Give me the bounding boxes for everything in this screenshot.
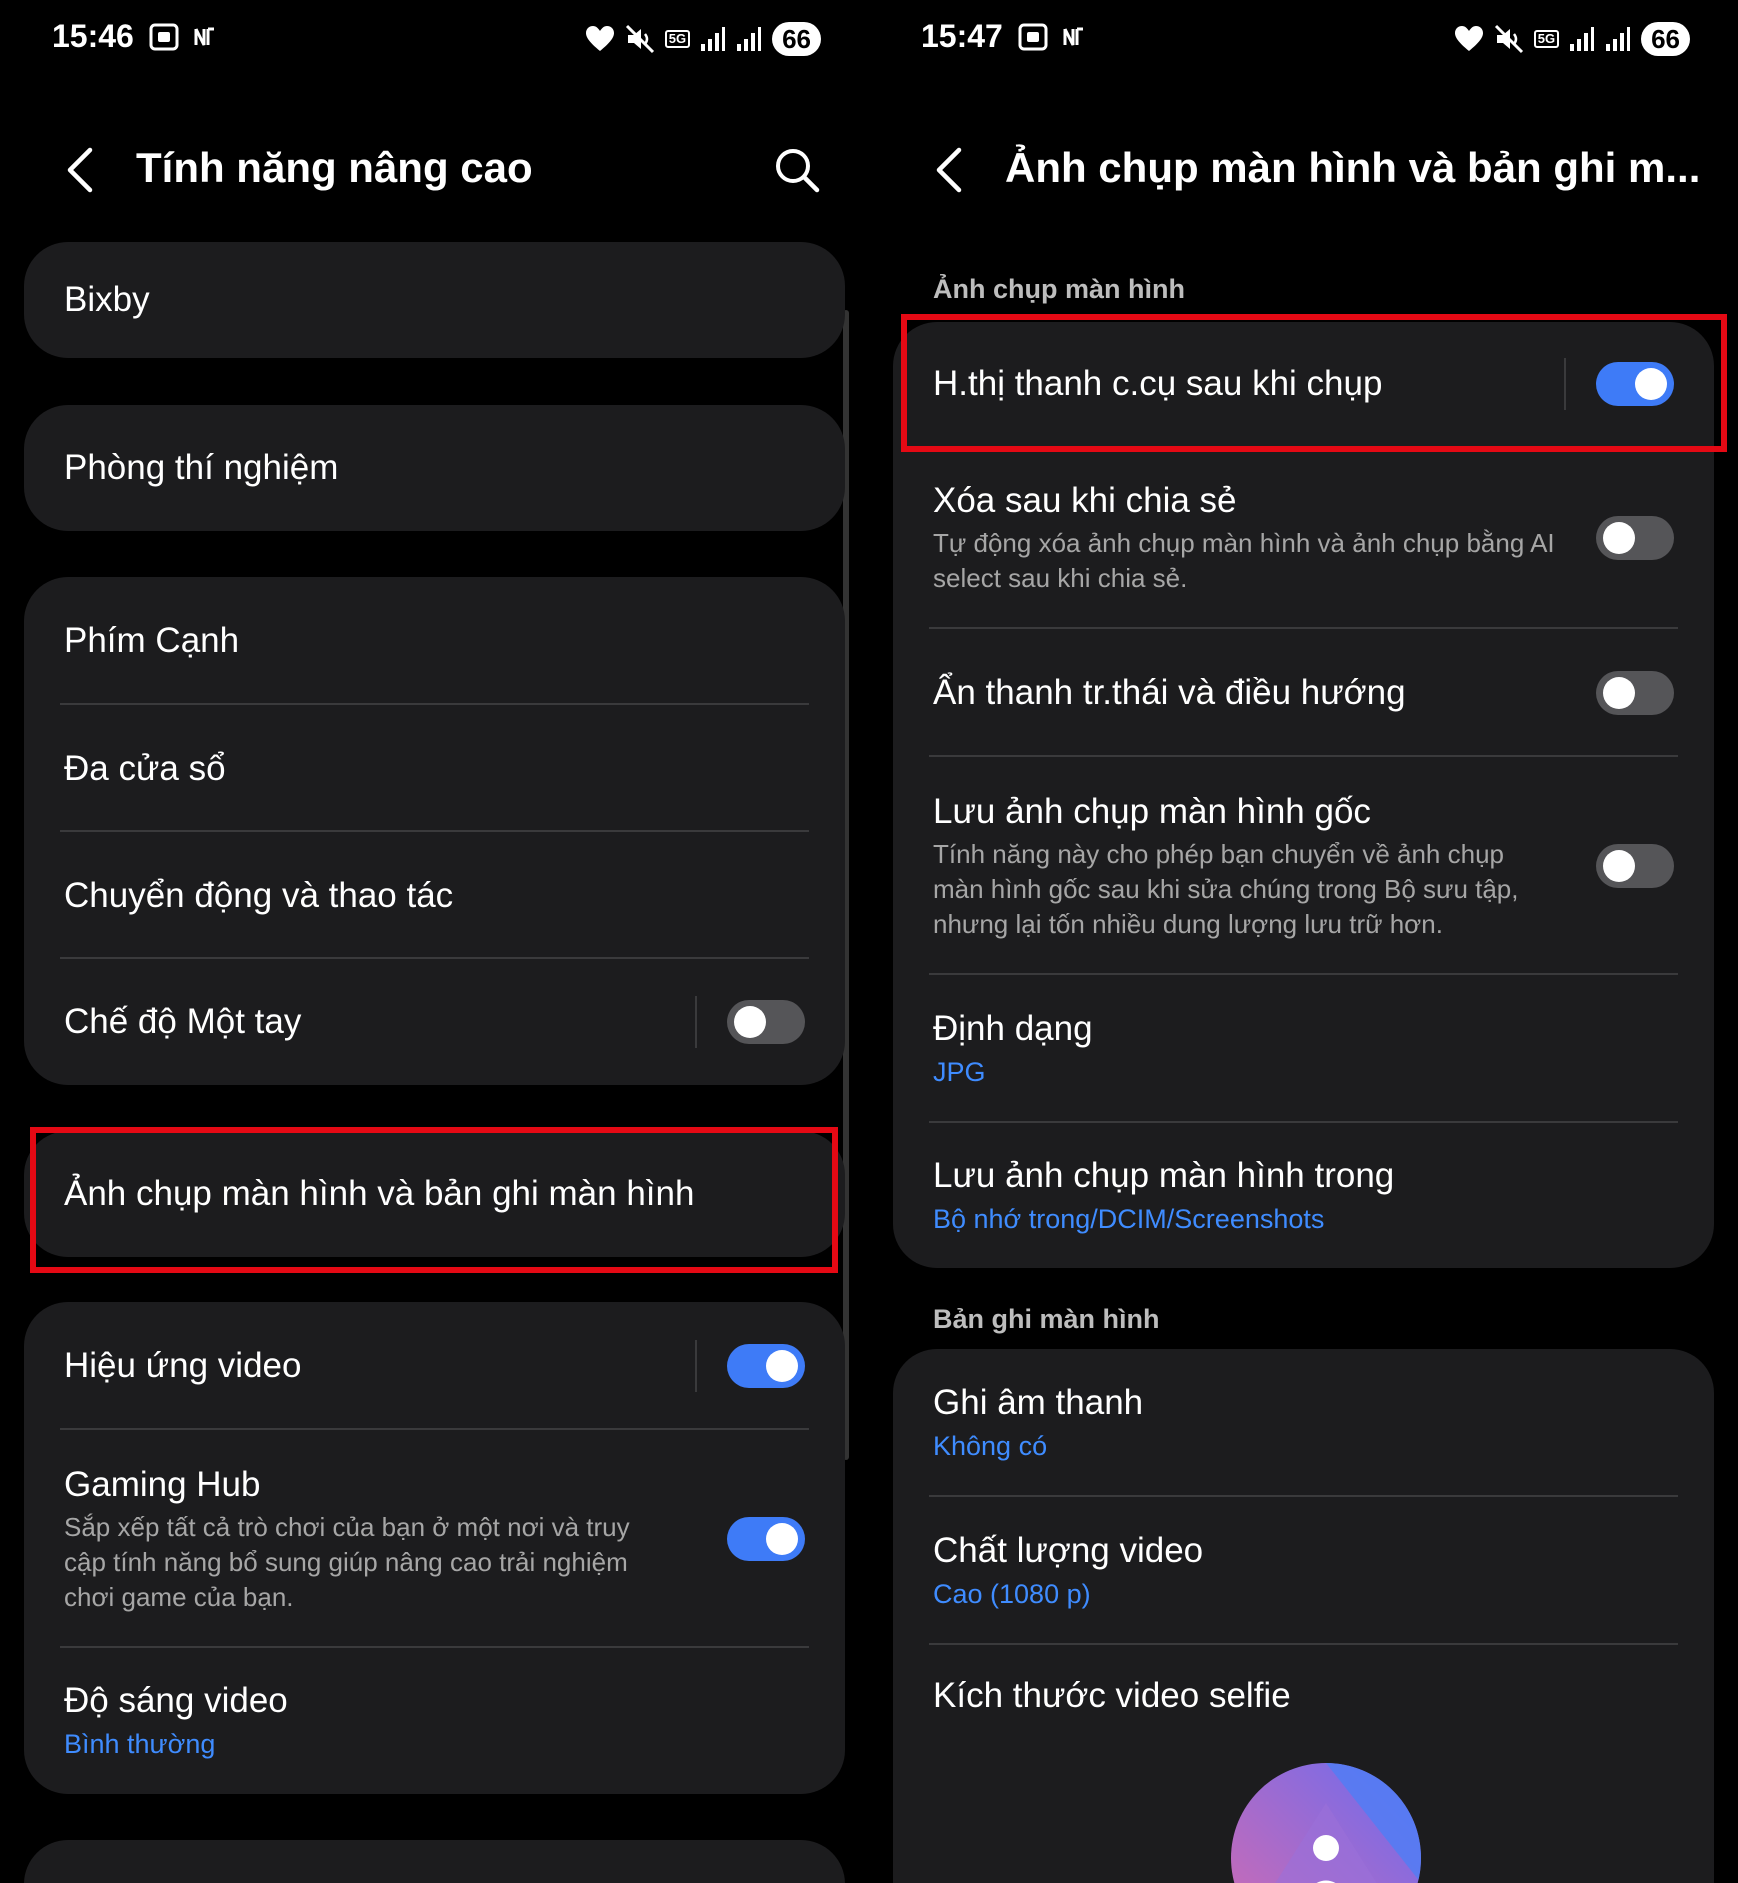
menu-item-label: Độ sáng video — [64, 1681, 288, 1720]
heart-icon — [1454, 25, 1484, 53]
page-title: Tính năng nâng cao — [136, 144, 533, 191]
signal-2-icon — [736, 26, 762, 52]
card-recording-settings: Ghi âm thanh Không có Chất lượng video C… — [893, 1349, 1714, 1883]
setting-label: Ẩn thanh tr.thái và điều hướng — [933, 673, 1406, 712]
gaming-hub-toggle[interactable] — [727, 1517, 805, 1561]
menu-item-video-brightness[interactable]: Độ sáng video Bình thường — [24, 1648, 845, 1794]
menu-item-value: Bình thường — [64, 1729, 216, 1759]
menu-item-label: Đa cửa sổ — [64, 748, 226, 788]
menu-item-labs[interactable]: Phòng thí nghiệm — [24, 405, 845, 531]
5g-icon: 5G — [664, 30, 691, 48]
menu-item-label: Phím Cạnh — [64, 621, 240, 660]
highlight-box — [901, 314, 1727, 452]
setting-delete-after-share[interactable]: Xóa sau khi chia sẻ Tự động xóa ảnh chụp… — [893, 446, 1714, 629]
status-time: 15:46 — [52, 18, 134, 54]
menu-item-description: Sắp xếp tất cả trò chơi của bạn ở một nơ… — [64, 1511, 630, 1612]
page-title: Ảnh chụp màn hình và bản ghi m... — [1005, 144, 1701, 191]
section-header-screenshot: Ảnh chụp màn hình — [933, 274, 1185, 304]
setting-label: Định dạng — [933, 1009, 1093, 1048]
menu-item-motions[interactable]: Chuyển động và thao tác — [24, 832, 845, 959]
card-controls: Phím Cạnh Đa cửa sổ Chuyển động và thao … — [24, 577, 845, 1085]
menu-item-label: Chế độ Một tay — [64, 1002, 302, 1041]
nfc-icon — [192, 25, 216, 49]
menu-item-label: Gaming Hub — [64, 1464, 261, 1504]
back-icon[interactable] — [60, 140, 100, 200]
menu-item-side-key[interactable]: Phím Cạnh — [24, 577, 845, 705]
menu-item-multi-window[interactable]: Đa cửa sổ — [24, 705, 845, 832]
screen-record-icon — [148, 22, 180, 52]
menu-item-label: Bixby — [64, 280, 150, 319]
one-hand-toggle[interactable] — [727, 1000, 805, 1044]
mute-icon — [1494, 24, 1524, 54]
right-screen: 15:47 5G 66 Ảnh chụp màn hình và bản ghi… — [869, 0, 1738, 1883]
status-bar: 15:47 5G 66 — [869, 14, 1738, 64]
back-icon[interactable] — [929, 140, 969, 200]
menu-item-gaming-hub[interactable]: Gaming Hub Sắp xếp tất cả trò chơi của b… — [24, 1430, 845, 1648]
video-effects-toggle[interactable] — [727, 1344, 805, 1388]
delete-after-share-toggle[interactable] — [1596, 515, 1674, 560]
vertical-separator — [695, 996, 697, 1048]
menu-item-one-hand[interactable]: Chế độ Một tay — [24, 959, 845, 1085]
page-header: Ảnh chụp màn hình và bản ghi m... — [869, 120, 1738, 220]
setting-value: Cao (1080 p) — [933, 1579, 1091, 1609]
nfc-icon — [1061, 25, 1085, 49]
menu-item-bixby[interactable]: Bixby — [24, 242, 845, 358]
hide-bars-toggle[interactable] — [1596, 671, 1674, 715]
menu-item-label: Hiệu ứng video — [64, 1346, 302, 1385]
card-screenshot-settings: H.thị thanh c.cụ sau khi chụp Xóa sau kh… — [893, 322, 1714, 1268]
setting-label: Kích thước video selfie — [933, 1676, 1291, 1715]
setting-label: Lưu ảnh chụp màn hình trong — [933, 1155, 1395, 1195]
mute-icon — [625, 24, 655, 54]
setting-save-original[interactable]: Lưu ảnh chụp màn hình gốc Tính năng này … — [893, 757, 1714, 975]
signal-2-icon — [1605, 26, 1631, 52]
card-labs: Phòng thí nghiệm — [24, 405, 845, 531]
search-icon[interactable] — [773, 146, 821, 194]
screen-record-icon — [1017, 22, 1049, 52]
setting-hide-bars[interactable]: Ẩn thanh tr.thái và điều hướng — [893, 629, 1714, 757]
vertical-separator — [695, 1340, 697, 1392]
setting-sound[interactable]: Ghi âm thanh Không có — [893, 1349, 1714, 1497]
save-original-toggle[interactable] — [1596, 844, 1674, 888]
setting-label: Chất lượng video — [933, 1531, 1204, 1570]
left-screen: 15:46 5G 66 Tính năng nâng cao Bixby Phò… — [0, 0, 869, 1883]
menu-item-label: Chuyển động và thao tác — [64, 875, 454, 915]
menu-item-label: Phòng thí nghiệm — [64, 448, 339, 487]
setting-video-quality[interactable]: Chất lượng video Cao (1080 p) — [893, 1497, 1714, 1645]
page-header: Tính năng nâng cao — [0, 120, 869, 220]
status-time: 15:47 — [921, 18, 1003, 54]
battery-indicator: 66 — [1641, 22, 1690, 56]
status-bar: 15:46 5G 66 — [0, 14, 869, 64]
5g-icon: 5G — [1533, 30, 1560, 48]
card-bixby: Bixby — [24, 242, 845, 358]
setting-label: Lưu ảnh chụp màn hình gốc — [933, 791, 1371, 831]
setting-label: Ghi âm thanh — [933, 1383, 1144, 1422]
battery-indicator: 66 — [772, 22, 821, 56]
setting-description: Tự động xóa ảnh chụp màn hình và ảnh chụ… — [933, 527, 1555, 593]
setting-value: JPG — [933, 1057, 986, 1087]
setting-label: Xóa sau khi chia sẻ — [933, 480, 1237, 520]
setting-format[interactable]: Định dạng JPG — [893, 975, 1714, 1123]
card-partial — [24, 1840, 845, 1883]
section-header-recording: Bản ghi màn hình — [933, 1304, 1160, 1334]
setting-description: Tính năng này cho phép bạn chuyển về ảnh… — [933, 838, 1519, 939]
card-video: Hiệu ứng video Gaming Hub Sắp xếp tất cả… — [24, 1302, 845, 1794]
signal-icon — [700, 26, 726, 52]
heart-icon — [585, 25, 615, 53]
signal-icon — [1569, 26, 1595, 52]
menu-item-video-effects[interactable]: Hiệu ứng video — [24, 1302, 845, 1430]
setting-value: Bộ nhớ trong/DCIM/Screenshots — [933, 1203, 1325, 1234]
setting-save-location[interactable]: Lưu ảnh chụp màn hình trong Bộ nhớ trong… — [893, 1123, 1714, 1268]
highlight-box — [30, 1127, 838, 1273]
setting-value: Không có — [933, 1431, 1048, 1461]
